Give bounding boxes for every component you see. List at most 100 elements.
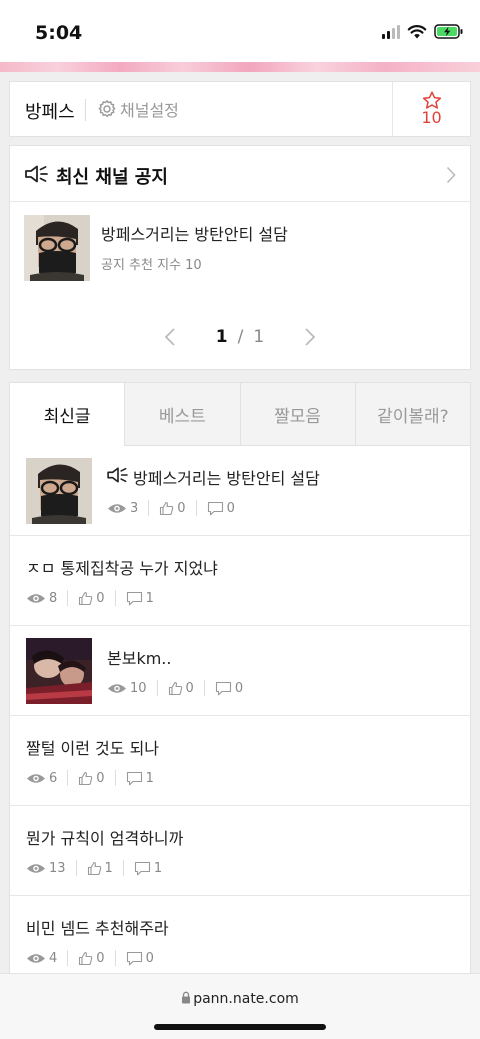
post-thumbnail bbox=[26, 638, 92, 704]
megaphone-icon bbox=[107, 467, 128, 483]
list-item[interactable]: 뭔가 규칙이 엄격하니까 13 1 1 bbox=[10, 806, 470, 896]
post-meta: 8 0 1 bbox=[26, 590, 154, 606]
notice-post-meta: 공지 추천 지수 10 bbox=[101, 258, 202, 273]
list-item[interactable]: 본보km.. 10 0 0 bbox=[10, 626, 470, 716]
tab-images[interactable]: 짤모음 bbox=[239, 383, 355, 446]
favorite-button[interactable]: 10 bbox=[392, 82, 470, 136]
eye-icon bbox=[108, 683, 126, 693]
post-meta: 3 0 0 bbox=[107, 500, 235, 516]
status-time: 5:04 bbox=[35, 22, 83, 44]
notice-thumbnail[interactable] bbox=[24, 215, 90, 281]
post-title: 비민 넴드 추천해주라 bbox=[26, 919, 169, 938]
likes-count: 0 bbox=[78, 771, 105, 786]
comment-icon bbox=[126, 951, 142, 965]
comments-count: 1 bbox=[126, 591, 154, 606]
comment-icon bbox=[215, 681, 231, 695]
pager-total: 1 bbox=[253, 327, 265, 347]
post-title: ㅈㅁ 통제집착공 누가 지었냐 bbox=[26, 559, 218, 578]
thumbs-up-icon bbox=[79, 591, 93, 605]
comment-icon bbox=[126, 771, 142, 785]
notice-header[interactable]: 최신 채널 공지 bbox=[10, 146, 470, 202]
divider bbox=[114, 770, 116, 786]
views-count: 10 bbox=[107, 681, 147, 696]
gear-icon bbox=[98, 100, 116, 118]
notice-card: 최신 채널 공지 방페스거리는 방탄안티 설담 공지 추천 지수 10 1 / … bbox=[9, 145, 471, 370]
home-indicator[interactable] bbox=[154, 1024, 326, 1030]
post-meta: 4 0 0 bbox=[26, 950, 154, 966]
post-title: 짤털 이런 것도 되나 bbox=[26, 739, 160, 758]
wifi-icon bbox=[407, 25, 427, 39]
chevron-left-icon[interactable] bbox=[164, 327, 176, 347]
post-title: 방페스거리는 방탄안티 설담 bbox=[133, 469, 320, 488]
comments-count: 0 bbox=[215, 681, 243, 696]
tab-best[interactable]: 베스트 bbox=[124, 383, 240, 446]
favorite-count: 10 bbox=[421, 108, 442, 127]
list-item[interactable]: 비민 넴드 추천해주라 4 0 0 bbox=[10, 896, 470, 973]
divider bbox=[203, 680, 205, 696]
url-text: pann.nate.com bbox=[193, 991, 299, 1007]
thumbs-up-icon bbox=[160, 501, 174, 515]
pager-separator: / bbox=[237, 327, 244, 347]
notice-title: 최신 채널 공지 bbox=[56, 167, 168, 188]
views-count: 4 bbox=[26, 951, 57, 966]
lock-icon bbox=[182, 991, 191, 1004]
divider bbox=[148, 500, 150, 516]
tab-watch-together[interactable]: 같이볼래? bbox=[354, 383, 470, 446]
notice-pager: 1 / 1 bbox=[10, 322, 470, 352]
list-item[interactable]: ㅈㅁ 통제집착공 누가 지었냐 8 0 1 bbox=[10, 536, 470, 626]
eye-icon bbox=[27, 953, 45, 963]
battery-charging-icon bbox=[434, 24, 463, 39]
comment-icon bbox=[134, 861, 150, 875]
divider bbox=[195, 500, 197, 516]
views-count: 13 bbox=[26, 861, 66, 876]
status-icons bbox=[382, 24, 464, 39]
post-title: 본보km.. bbox=[107, 649, 172, 668]
browser-bottom-bar: pann.nate.com bbox=[0, 973, 480, 1039]
thumbs-up-icon bbox=[79, 771, 93, 785]
divider bbox=[67, 770, 69, 786]
chevron-right-icon[interactable] bbox=[304, 327, 316, 347]
list-item[interactable]: 짤털 이런 것도 되나 6 0 1 bbox=[10, 716, 470, 806]
post-title: 뭔가 규칙이 엄격하니까 bbox=[26, 829, 184, 848]
tab-latest[interactable]: 최신글 bbox=[10, 383, 125, 446]
likes-count: 1 bbox=[87, 861, 113, 876]
likes-count: 0 bbox=[168, 681, 194, 696]
eye-icon bbox=[108, 503, 126, 513]
divider bbox=[67, 590, 69, 606]
chevron-right-icon[interactable] bbox=[446, 166, 456, 184]
likes-count: 0 bbox=[159, 501, 186, 516]
views-count: 6 bbox=[26, 771, 57, 786]
channel-settings-button[interactable]: 채널설정 bbox=[97, 97, 179, 121]
comments-count: 1 bbox=[134, 861, 162, 876]
views-count: 8 bbox=[26, 591, 57, 606]
divider bbox=[122, 860, 124, 876]
channel-name[interactable]: 방페스 bbox=[25, 98, 75, 124]
pager-current: 1 bbox=[215, 327, 228, 347]
comments-count: 0 bbox=[207, 501, 235, 516]
post-meta: 10 0 0 bbox=[107, 680, 243, 696]
pink-banner-strip bbox=[0, 62, 480, 72]
post-tabs: 최신글 베스트 짤모음 같이볼래? bbox=[10, 383, 470, 446]
thumbs-up-icon bbox=[87, 861, 101, 875]
post-meta: 13 1 1 bbox=[26, 860, 162, 876]
status-bar: 5:04 bbox=[0, 0, 480, 62]
thumbs-up-icon bbox=[168, 681, 182, 695]
url-bar[interactable]: pann.nate.com bbox=[0, 991, 480, 1007]
post-thumbnail bbox=[26, 458, 92, 524]
likes-count: 0 bbox=[78, 951, 105, 966]
comment-icon bbox=[126, 591, 142, 605]
divider bbox=[67, 950, 69, 966]
comment-icon bbox=[207, 501, 223, 515]
views-count: 3 bbox=[107, 501, 138, 516]
likes-count: 0 bbox=[78, 591, 105, 606]
divider bbox=[156, 680, 158, 696]
channel-card: 방페스 채널설정 10 bbox=[9, 81, 471, 137]
eye-icon bbox=[27, 863, 45, 873]
eye-icon bbox=[27, 593, 45, 603]
list-item[interactable]: 방페스거리는 방탄안티 설담 3 0 0 bbox=[10, 446, 470, 536]
megaphone-icon bbox=[25, 165, 48, 183]
notice-post-title[interactable]: 방페스거리는 방탄안티 설담 bbox=[101, 221, 288, 245]
eye-icon bbox=[27, 773, 45, 783]
thumbs-up-icon bbox=[79, 951, 93, 965]
divider bbox=[75, 860, 77, 876]
